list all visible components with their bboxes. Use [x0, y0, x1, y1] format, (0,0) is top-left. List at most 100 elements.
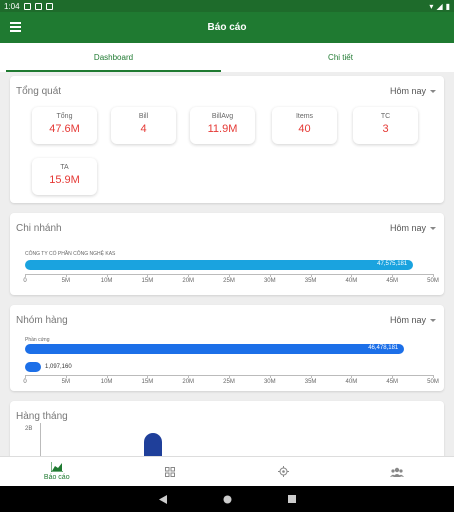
nav-grid[interactable] — [114, 457, 228, 486]
tile-value: 47.6M — [49, 123, 80, 135]
x-tick-label: 40M — [345, 379, 358, 385]
x-tick-label: 45M — [386, 278, 399, 284]
tab-dashboard[interactable]: Dashboard — [0, 43, 227, 72]
x-tick-label: 10M — [100, 379, 113, 385]
x-tick — [147, 375, 149, 378]
status-bar: 1:04 ▾ ◢ ▮ — [0, 0, 454, 12]
overview-filter[interactable]: Hôm nay — [390, 86, 436, 96]
tile-total[interactable]: Tổng 47.6M — [32, 107, 97, 144]
x-tick — [65, 274, 67, 277]
overview-filter-label: Hôm nay — [389, 86, 426, 96]
system-nav-bar — [0, 486, 454, 512]
x-tick-label: 15M — [141, 379, 154, 385]
x-tick — [25, 274, 26, 277]
nav-location[interactable] — [227, 457, 341, 486]
tile-items[interactable]: Items 40 — [272, 107, 337, 144]
tile-label: TC — [380, 113, 391, 120]
tile-billavg[interactable]: BillAvg 11.9M — [190, 107, 255, 144]
branch-filter[interactable]: Hôm nay — [390, 223, 436, 233]
x-tick-label: 30M — [263, 379, 276, 385]
tab-detail[interactable]: Chi tiết — [227, 43, 454, 72]
x-tick-label: 25M — [223, 379, 235, 385]
tile-value: 15.9M — [49, 174, 80, 186]
page-title: Báo cáo — [207, 22, 247, 33]
tile-value: 40 — [298, 123, 311, 135]
tile-value: 11.9M — [207, 123, 238, 135]
tile-label: BillAvg — [211, 113, 234, 120]
monthly-bar[interactable] — [144, 433, 162, 456]
chevron-down-icon — [430, 226, 436, 230]
x-tick — [188, 274, 190, 277]
x-tick — [351, 274, 353, 277]
x-tick — [269, 375, 271, 378]
nav-report-label: Báo cáo — [43, 474, 70, 481]
chevron-down-icon — [430, 318, 436, 322]
group-filter-label: Hôm nay — [389, 315, 426, 325]
users-icon — [390, 467, 405, 477]
grid-icon — [165, 466, 176, 477]
x-tick — [106, 274, 108, 277]
notification-icon — [23, 2, 31, 10]
branch-filter-label: Hôm nay — [389, 223, 426, 233]
tile-label: Bill — [138, 113, 149, 120]
x-tick — [188, 375, 190, 378]
monthly-title: Hàng tháng — [16, 411, 68, 422]
group-bar-2[interactable] — [25, 362, 41, 372]
bottom-nav: Báo cáo — [0, 456, 454, 486]
nav-users[interactable] — [341, 457, 454, 486]
tile-label: Items — [295, 113, 314, 120]
overview-card: Tổng quát Hôm nay Tổng 47.6M Bill 4 Bill… — [10, 76, 444, 203]
group-card: Nhóm hàng Hôm nay Phần cứng 46,478,181 1… — [10, 305, 444, 391]
x-tick — [229, 375, 230, 378]
x-tick-label: 5M — [61, 278, 70, 284]
x-tick — [25, 375, 26, 378]
status-time: 1:04 — [4, 1, 20, 11]
monthly-y-label: 2B — [25, 426, 33, 432]
tile-label: Tổng — [56, 113, 73, 120]
x-tick-label: 30M — [263, 278, 276, 284]
x-tick-label: 50M — [427, 278, 439, 284]
monthly-y-axis — [40, 423, 41, 456]
back-icon[interactable] — [158, 494, 167, 504]
x-tick — [351, 375, 353, 378]
x-tick-label: 20M — [182, 379, 195, 385]
x-tick — [433, 375, 434, 378]
x-tick — [310, 375, 312, 378]
x-tick — [229, 274, 230, 277]
x-tick-label: 50M — [427, 379, 439, 385]
branch-bar-value: 47,575,181 — [377, 261, 408, 267]
menu-icon[interactable] — [10, 22, 21, 32]
recents-icon[interactable] — [287, 495, 296, 503]
x-tick — [392, 375, 394, 378]
tile-tc[interactable]: TC 3 — [353, 107, 418, 144]
nav-report[interactable]: Báo cáo — [0, 457, 114, 486]
content-area[interactable]: Tổng quát Hôm nay Tổng 47.6M Bill 4 Bill… — [0, 72, 454, 456]
overview-title: Tổng quát — [16, 86, 62, 97]
battery-icon: ▮ — [445, 1, 450, 11]
x-tick-label: 35M — [304, 379, 317, 385]
target-icon — [278, 466, 290, 477]
x-tick — [392, 274, 394, 277]
group-bar-1[interactable]: 46,478,181 — [25, 344, 405, 354]
x-tick — [106, 375, 108, 378]
monthly-card: Hàng tháng 2B — [10, 401, 444, 456]
group-filter[interactable]: Hôm nay — [390, 315, 436, 325]
signal-icon: ◢ — [436, 1, 443, 11]
branch-bar[interactable]: 47,575,181 — [25, 260, 414, 270]
chevron-down-icon — [430, 89, 436, 93]
tile-label: TA — [60, 164, 69, 171]
x-tick — [269, 274, 271, 277]
branch-card: Chi nhánh Hôm nay CÔNG TY CỔ PHẦN CÔNG N… — [10, 213, 444, 295]
x-tick-label: 20M — [182, 278, 195, 284]
x-tick — [433, 274, 434, 277]
x-tick-label: 35M — [304, 278, 317, 284]
tile-value: 3 — [382, 123, 389, 135]
x-tick-label: 40M — [345, 278, 358, 284]
tile-ta[interactable]: TA 15.9M — [32, 158, 97, 195]
group-bar1-value: 46,478,181 — [368, 345, 399, 351]
x-tick-label: 45M — [386, 379, 399, 385]
x-tick-label: 5M — [61, 379, 70, 385]
group-title: Nhóm hàng — [16, 315, 68, 326]
tile-bill[interactable]: Bill 4 — [111, 107, 176, 144]
home-icon[interactable] — [223, 495, 232, 504]
